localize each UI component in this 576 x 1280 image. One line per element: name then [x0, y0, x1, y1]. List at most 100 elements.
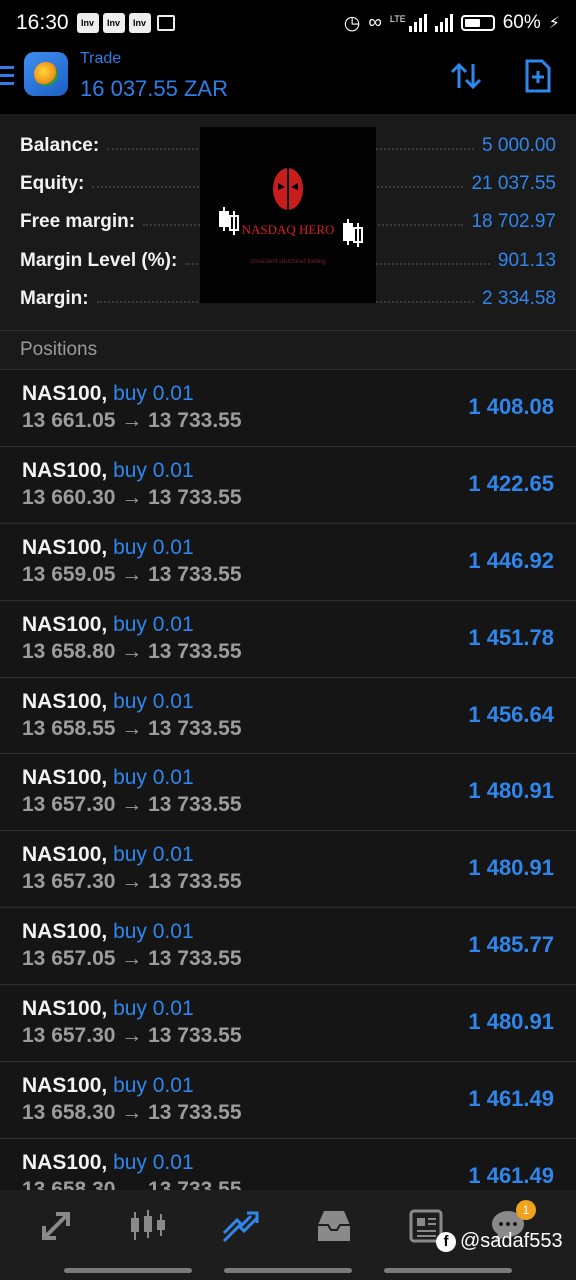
- alarm-icon: ◷: [343, 12, 361, 34]
- position-symbol: NAS100,: [22, 766, 108, 790]
- position-profit: 1 480.91: [468, 778, 554, 804]
- positions-title: Positions: [20, 339, 98, 360]
- position-profit: 1 480.91: [468, 855, 554, 881]
- summary-label: Balance:: [20, 135, 100, 156]
- nasdaq-hero-logo: NASDAQ HERO consistent structured tradin…: [200, 127, 376, 303]
- position-profit: 1 408.08: [468, 394, 554, 419]
- position-side: buy 0.01: [113, 920, 194, 944]
- notification-icon: Inv: [102, 13, 125, 33]
- facebook-icon: f: [436, 1231, 456, 1252]
- position-symbol: NAS100,: [22, 382, 108, 405]
- status-bar: 16:30 Inv Inv Inv ◷ ∞ LTE 60% ⚡: [0, 0, 576, 46]
- nav-history[interactable]: [314, 1206, 354, 1246]
- position-profit: 1 422.65: [468, 470, 554, 496]
- position-side: buy 0.01: [113, 382, 194, 405]
- signal-icon: [434, 14, 453, 32]
- position-row[interactable]: NAS100, buy 0.01 13 658.55 → 13 733.55 1…: [0, 677, 576, 755]
- position-row[interactable]: NAS100, buy 0.01 13 657.30 → 13 733.55 1…: [0, 754, 576, 832]
- position-side: buy 0.01: [113, 535, 194, 559]
- position-prices: 13 658.30 → 13 733.55: [22, 1177, 242, 1190]
- gallery-notification-icon: [156, 15, 175, 31]
- position-symbol: NAS100,: [22, 689, 108, 713]
- nav-quotes[interactable]: [36, 1206, 76, 1246]
- position-side: buy 0.01: [113, 766, 194, 790]
- account-summary: Balance: 5 000.00 Equity: 21 037.55 Free…: [0, 114, 576, 330]
- summary-value: 18 702.97: [471, 211, 556, 232]
- position-row[interactable]: NAS100, buy 0.01 13 658.80 → 13 733.55 1…: [0, 600, 576, 678]
- summary-value: 2 334.58: [482, 288, 556, 309]
- position-side: buy 0.01: [113, 689, 194, 713]
- position-side: buy 0.01: [113, 843, 194, 867]
- battery-icon: [460, 15, 495, 31]
- lte-signal-icon: LTE: [390, 14, 427, 32]
- summary-label: Free margin:: [20, 211, 136, 232]
- position-profit: 1 446.92: [468, 547, 554, 573]
- bottom-navigation: 1 f @sadaf553: [0, 1190, 576, 1280]
- header-balance: 16 037.55 ZAR: [80, 76, 228, 101]
- position-row[interactable]: NAS100, buy 0.01 13 657.05 → 13 733.55 1…: [0, 908, 576, 986]
- position-prices: 13 658.80 → 13 733.55: [22, 639, 242, 663]
- position-prices: 13 660.30 → 13 733.55: [22, 485, 242, 509]
- position-row[interactable]: NAS100, buy 0.01 13 659.05 → 13 733.55 1…: [0, 523, 576, 601]
- position-prices: 13 657.30 → 13 733.55: [22, 870, 242, 894]
- watermark-text: @sadaf553: [460, 1230, 563, 1252]
- position-symbol: NAS100,: [22, 535, 108, 559]
- position-symbol: NAS100,: [22, 1074, 108, 1098]
- position-side: buy 0.01: [113, 1074, 194, 1098]
- sort-icon: [450, 62, 482, 90]
- position-row[interactable]: NAS100, buy 0.01 13 661.05 → 13 733.55 1…: [0, 370, 576, 447]
- position-prices: 13 658.30 → 13 733.55: [22, 1101, 242, 1125]
- battery-percent: 60%: [502, 12, 541, 33]
- history-icon: [318, 1211, 350, 1241]
- position-row[interactable]: NAS100, buy 0.01 13 658.30 → 13 733.55 1…: [0, 1138, 576, 1190]
- position-prices: 13 657.05 → 13 733.55: [22, 947, 242, 971]
- menu-icon[interactable]: [0, 66, 14, 86]
- gesture-bar: [64, 1268, 192, 1273]
- app-header: Trade 16 037.55 ZAR: [0, 46, 576, 114]
- chart-icon: [131, 1210, 165, 1240]
- position-profit: 1 456.64: [468, 701, 554, 727]
- position-symbol: NAS100,: [22, 458, 108, 482]
- position-row[interactable]: NAS100, buy 0.01 13 657.30 → 13 733.55 1…: [0, 831, 576, 909]
- hotspot-icon: ∞: [368, 12, 382, 33]
- position-side: buy 0.01: [113, 612, 194, 636]
- position-row[interactable]: NAS100, buy 0.01 13 657.30 → 13 733.55 1…: [0, 985, 576, 1063]
- position-prices: 13 659.05 → 13 733.55: [22, 562, 242, 586]
- summary-label: Equity:: [20, 173, 85, 194]
- new-order-button[interactable]: [518, 56, 558, 96]
- nav-trade[interactable]: [220, 1206, 260, 1246]
- gesture-bar: [224, 1268, 352, 1273]
- positions-list[interactable]: NAS100, buy 0.01 13 661.05 → 13 733.55 1…: [0, 370, 576, 1190]
- charging-icon: ⚡: [548, 15, 560, 32]
- position-side: buy 0.01: [113, 997, 194, 1021]
- sort-button[interactable]: [446, 56, 486, 96]
- position-prices: 13 657.30 → 13 733.55: [22, 793, 242, 817]
- position-prices: 13 657.30 → 13 733.55: [22, 1024, 242, 1048]
- position-side: buy 0.01: [113, 458, 194, 482]
- position-symbol: NAS100,: [22, 1150, 108, 1174]
- position-profit: 1 461.49: [468, 1086, 554, 1112]
- position-profit: 1 480.91: [468, 1009, 554, 1035]
- metatrader-logo: [24, 52, 68, 96]
- summary-value: 21 037.55: [471, 173, 556, 194]
- position-profit: 1 451.78: [468, 624, 554, 650]
- status-time: 16:30: [16, 11, 69, 34]
- position-prices: 13 661.05 → 13 733.55: [22, 409, 242, 432]
- logo-tagline: consistent structured trading: [250, 259, 325, 265]
- trade-icon: [222, 1211, 259, 1243]
- position-prices: 13 658.55 → 13 733.55: [22, 716, 242, 740]
- position-symbol: NAS100,: [22, 612, 108, 636]
- position-side: buy 0.01: [113, 1150, 194, 1174]
- header-subtitle: Trade: [80, 50, 122, 67]
- position-symbol: NAS100,: [22, 843, 108, 867]
- notification-icon: Inv: [128, 13, 151, 33]
- new-order-icon: [525, 59, 551, 93]
- gesture-bar: [384, 1268, 512, 1273]
- position-row[interactable]: NAS100, buy 0.01 13 660.30 → 13 733.55 1…: [0, 446, 576, 524]
- quotes-icon: [42, 1212, 70, 1240]
- watermark: f @sadaf553: [436, 1230, 563, 1253]
- position-symbol: NAS100,: [22, 920, 108, 944]
- nav-chart[interactable]: [128, 1206, 168, 1246]
- position-row[interactable]: NAS100, buy 0.01 13 658.30 → 13 733.55 1…: [0, 1062, 576, 1139]
- position-profit: 1 485.77: [468, 932, 554, 958]
